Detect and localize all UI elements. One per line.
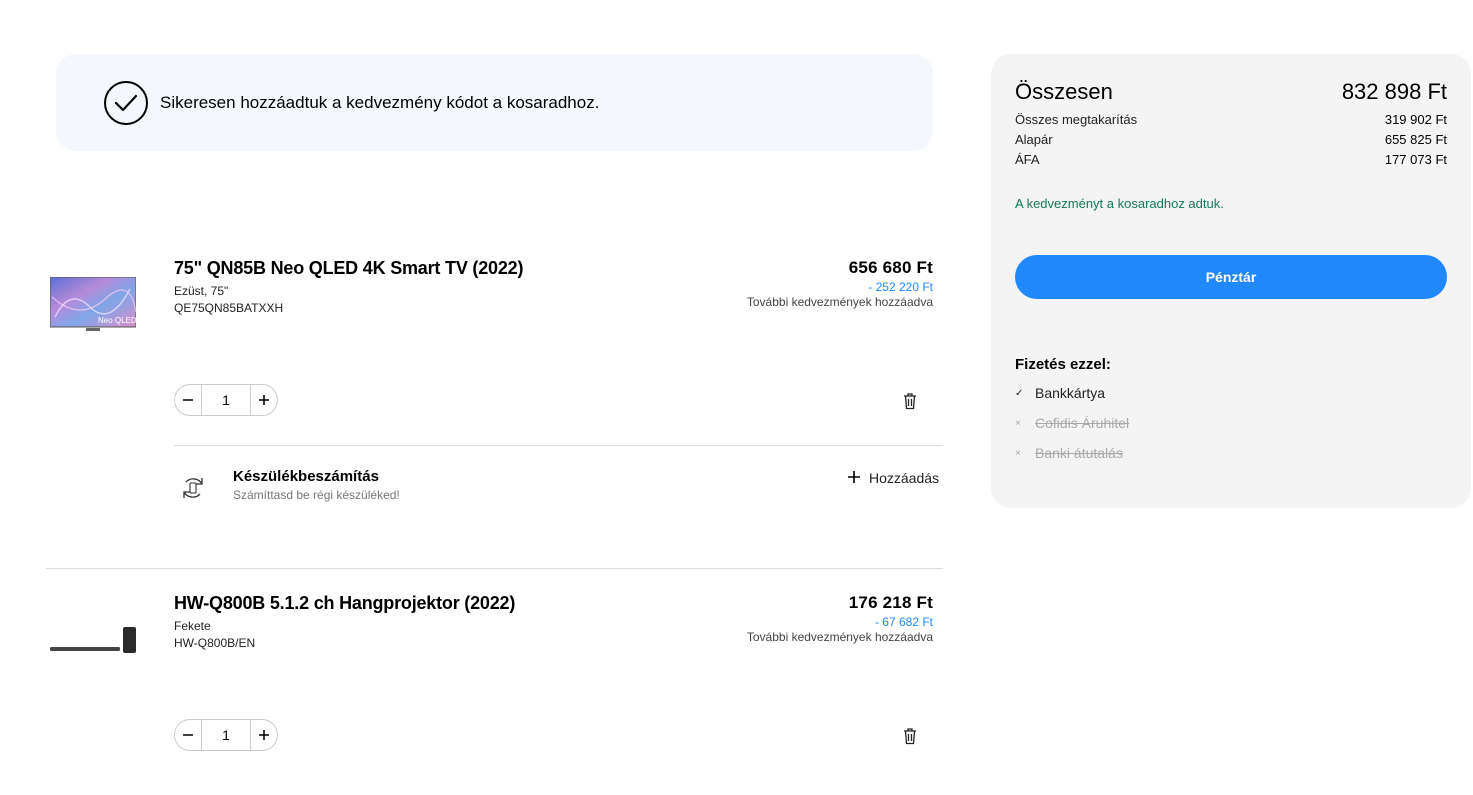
vat-row: ÁFA 177 073 Ft	[1015, 152, 1447, 167]
extra-discount-note: További kedvezmények hozzáadva	[746, 295, 933, 309]
payment-methods-title: Fizetés ezzel:	[1015, 356, 1111, 373]
increase-button[interactable]	[251, 720, 277, 750]
summary-row-value: 655 825 Ft	[1384, 132, 1447, 147]
minus-icon	[183, 734, 193, 736]
product-title[interactable]: HW-Q800B 5.1.2 ch Hangprojektor (2022)	[174, 593, 515, 614]
discount-applied-note: A kedvezményt a kosaradhoz adtuk.	[1015, 196, 1224, 211]
divider	[46, 568, 943, 569]
payment-method-bank-card: ✓ Bankkártya	[1015, 385, 1106, 401]
quantity-input[interactable]: 1	[201, 385, 251, 415]
summary-row-value: 177 073 Ft	[1384, 152, 1447, 167]
tv-product-image[interactable]: Neo QLED	[49, 276, 137, 331]
plus-icon	[847, 470, 861, 486]
soundbar-product-image[interactable]	[50, 625, 136, 655]
payment-method-cofidis: × Cofidis Áruhitel	[1015, 415, 1130, 431]
success-banner: Sikeresen hozzáadtuk a kedvezmény kódot …	[56, 54, 933, 151]
cross-icon: ×	[1015, 447, 1021, 459]
tradein-title: Készülékbeszámítás	[233, 468, 379, 485]
savings-row: Összes megtakarítás 319 902 Ft	[1015, 112, 1447, 127]
trash-icon[interactable]	[902, 727, 918, 745]
total-label: Összesen	[1015, 79, 1113, 104]
payment-method-bank-transfer: × Banki átutalás	[1015, 445, 1123, 461]
quantity-stepper: 1	[174, 384, 278, 416]
price-block: 656 680 Ft - 252 220 Ft További kedvezmé…	[633, 258, 933, 309]
summary-row-label: Alapár	[1015, 132, 1053, 147]
check-icon: ✓	[1015, 387, 1024, 399]
minus-icon	[183, 399, 193, 401]
plus-icon	[259, 730, 269, 740]
summary-row-label: Összes megtakarítás	[1015, 112, 1138, 127]
decrease-button[interactable]	[175, 720, 201, 750]
product-price: 656 680 Ft	[848, 258, 933, 277]
trash-icon[interactable]	[902, 392, 918, 410]
extra-discount-note: További kedvezmények hozzáadva	[746, 630, 933, 644]
quantity-input[interactable]: 1	[201, 720, 251, 750]
price-block: 176 218 Ft - 67 682 Ft További kedvezmén…	[633, 593, 933, 644]
neo-qled-logo: Neo QLED	[98, 316, 136, 325]
total-value: 832 898 Ft	[1341, 79, 1447, 104]
product-title[interactable]: 75" QN85B Neo QLED 4K Smart TV (2022)	[174, 258, 523, 279]
divider	[174, 445, 943, 446]
success-message: Sikeresen hozzáadtuk a kedvezmény kódot …	[160, 92, 600, 112]
product-price: 176 218 Ft	[848, 593, 933, 612]
increase-button[interactable]	[251, 385, 277, 415]
summary-row-label: ÁFA	[1015, 152, 1040, 167]
product-variant: Fekete	[174, 619, 211, 633]
cross-icon: ×	[1015, 417, 1021, 429]
trade-in-refresh-icon	[178, 472, 208, 504]
plus-icon	[259, 395, 269, 405]
decrease-button[interactable]	[175, 385, 201, 415]
summary-row-value: 319 902 Ft	[1384, 112, 1447, 127]
tradein-add-label: Hozzáadás	[869, 470, 940, 486]
quantity-stepper: 1	[174, 719, 278, 751]
product-discount: - 252 220 Ft	[868, 280, 933, 294]
checkout-button[interactable]: Pénztár	[1015, 255, 1447, 299]
product-variant: Ezüst, 75"	[174, 284, 229, 298]
tradein-add-button[interactable]: Hozzáadás	[847, 470, 939, 486]
product-discount: - 67 682 Ft	[874, 615, 933, 629]
checkmark-circle-icon	[104, 80, 148, 125]
tradein-subtitle: Számíttasd be régi készüléked!	[233, 488, 400, 502]
base-price-row: Alapár 655 825 Ft	[1015, 132, 1447, 147]
total-row: Összesen 832 898 Ft	[1015, 79, 1447, 105]
order-summary: Összesen 832 898 Ft Összes megtakarítás …	[991, 54, 1471, 508]
product-sku: HW-Q800B/EN	[174, 636, 256, 650]
product-sku: QE75QN85BATXXH	[174, 301, 284, 315]
